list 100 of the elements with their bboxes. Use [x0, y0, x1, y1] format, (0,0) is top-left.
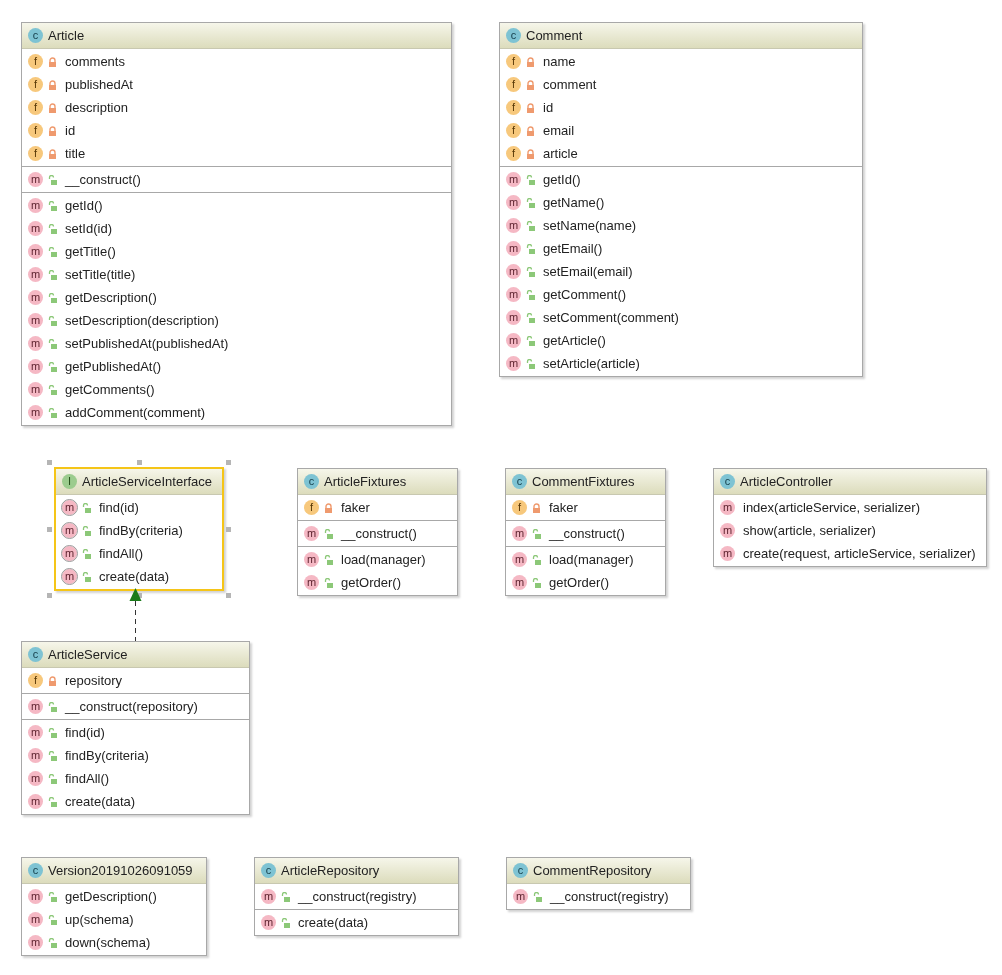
method-signature: create(data) [99, 567, 170, 586]
method-signature: getComments() [65, 380, 155, 399]
method-badge-icon: m [304, 575, 319, 590]
class-name: ArticleServiceInterface [82, 472, 214, 491]
class-name: Article [48, 26, 86, 45]
method-signature: setEmail(email) [543, 262, 633, 281]
class-name: ArticleService [48, 645, 129, 664]
field-badge-icon: f [28, 54, 43, 69]
method-badge-icon: m [28, 336, 43, 351]
method-signature: getOrder() [549, 573, 609, 592]
selection-handle[interactable] [226, 593, 232, 598]
method-signature: setComment(comment) [543, 308, 679, 327]
class-node[interactable]: c ArticleController m index(articleService, serializer) m show(article, serializer) m create(request, articleService, serializer) [713, 468, 987, 567]
selection-handle[interactable] [137, 460, 143, 465]
selection-handle[interactable] [47, 593, 52, 598]
method-badge-icon: m [28, 290, 43, 305]
method-signature: addComment(comment) [65, 403, 206, 422]
method-signature: getId() [65, 196, 103, 215]
method-badge-icon: m [28, 935, 43, 950]
method-badge-icon: m [261, 915, 276, 930]
class-name: Version20191026091059 [48, 861, 194, 880]
class-badge-icon: c [28, 28, 43, 43]
class-node[interactable]: c Comment f name f comment f id f email f article m getId() m getName() m setName(name) m getEmail() m setEmail(email) m getComment() m setComment(comment) m getArticle() m setArticle(article) [499, 22, 863, 377]
class-node[interactable]: c ArticleRepository m __construct(registry) m create(data) [254, 857, 459, 936]
field-badge-icon: f [506, 77, 521, 92]
method-signature: findAll() [65, 769, 110, 788]
method-badge-icon: m [506, 218, 521, 233]
field-name: email [543, 121, 575, 140]
method-signature: create(request, articleService, serializer) [743, 544, 976, 563]
method-badge-icon: m [28, 794, 43, 809]
interface-badge-icon: I [62, 474, 77, 489]
method-badge-icon: m [304, 552, 319, 567]
method-badge-icon: m [28, 405, 43, 420]
method-badge-icon: m [28, 725, 43, 740]
class-node[interactable]: c ArticleFixtures f faker m __construct() m load(manager) m getOrder() [297, 468, 458, 596]
method-signature: show(article, serializer) [743, 521, 876, 540]
method-badge-icon: m [28, 172, 43, 187]
method-badge-icon: m [512, 552, 527, 567]
method-signature: setArticle(article) [543, 354, 640, 373]
selection-handle[interactable] [226, 460, 232, 465]
method-badge-icon: m [28, 198, 43, 213]
field-name: name [543, 52, 576, 71]
class-name: ArticleFixtures [324, 472, 408, 491]
class-badge-icon: c [506, 28, 521, 43]
class-name: ArticleRepository [281, 861, 381, 880]
selection-handle[interactable] [226, 527, 232, 532]
method-badge-icon: m [512, 526, 527, 541]
field-badge-icon: f [304, 500, 319, 515]
method-badge-icon: m [506, 195, 521, 210]
field-badge-icon: f [28, 146, 43, 161]
class-badge-icon: c [261, 863, 276, 878]
method-badge-icon: m [506, 356, 521, 371]
class-badge-icon: c [28, 647, 43, 662]
method-signature: getArticle() [543, 331, 606, 350]
field-name: faker [341, 498, 370, 517]
field-name: id [543, 98, 554, 117]
field-name: publishedAt [65, 75, 133, 94]
selection-handle[interactable] [47, 527, 52, 532]
class-node[interactable]: c CommentRepository m __construct(registry) [506, 857, 691, 910]
field-name: id [65, 121, 76, 140]
method-badge-icon: m [28, 912, 43, 927]
class-name: ArticleController [740, 472, 834, 491]
method-badge-icon: m [28, 382, 43, 397]
method-badge-icon: m [28, 267, 43, 282]
class-name: Comment [526, 26, 584, 45]
class-badge-icon: c [28, 863, 43, 878]
class-node[interactable]: c Version20191026091059 m getDescription() m up(schema) m down(schema) [21, 857, 207, 956]
class-node[interactable] [21, 22, 452, 426]
field-name: title [65, 144, 86, 163]
field-name: article [543, 144, 578, 163]
method-signature: down(schema) [65, 933, 151, 952]
method-signature: __construct(repository) [65, 697, 198, 716]
method-badge-icon: m [28, 699, 43, 714]
method-badge-icon: m [720, 523, 735, 538]
method-badge-icon: m [62, 500, 77, 515]
field-name: description [65, 98, 128, 117]
class-badge-icon: c [720, 474, 735, 489]
method-badge-icon: m [28, 748, 43, 763]
field-badge-icon: f [28, 77, 43, 92]
method-signature: getDescription() [65, 887, 157, 906]
method-badge-icon: m [28, 359, 43, 374]
method-signature: __construct() [341, 524, 417, 543]
method-badge-icon: m [513, 889, 528, 904]
method-signature: setDescription(description) [65, 311, 219, 330]
method-signature: __construct() [549, 524, 625, 543]
class-node[interactable]: c ArticleService f repository m __construct(repository) m find(id) m findBy(criteria) m findAll() m create(data) [21, 641, 250, 815]
class-node[interactable]: c CommentFixtures f faker m __construct() m load(manager) m getOrder() [505, 468, 666, 596]
method-signature: load(manager) [549, 550, 634, 569]
field-name: comments [65, 52, 125, 71]
field-badge-icon: f [506, 123, 521, 138]
method-signature: findBy(criteria) [65, 746, 149, 765]
class-badge-icon: c [512, 474, 527, 489]
selection-handle[interactable] [47, 460, 52, 465]
method-signature: load(manager) [341, 550, 426, 569]
field-name: repository [65, 671, 123, 690]
method-signature: findAll() [99, 544, 144, 563]
method-signature: setTitle(title) [65, 265, 136, 284]
method-signature: getPublishedAt() [65, 357, 162, 376]
field-badge-icon: f [512, 500, 527, 515]
method-badge-icon: m [720, 546, 735, 561]
